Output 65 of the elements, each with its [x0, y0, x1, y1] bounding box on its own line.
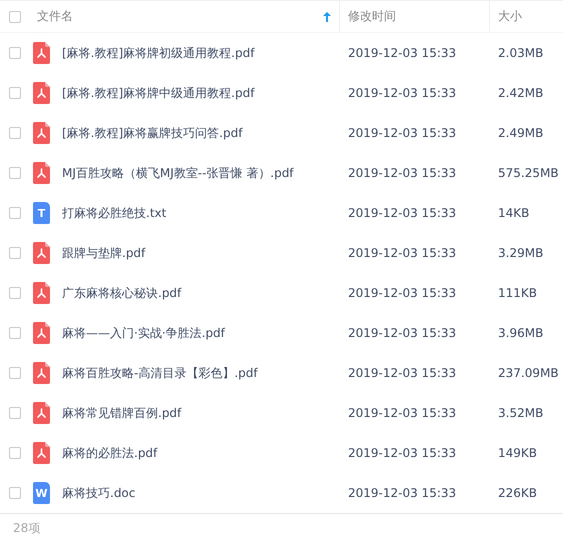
pdf-file-icon [33, 402, 50, 424]
modified-time: 2019-12-03 15:33 [348, 46, 456, 60]
item-count: 28项 [13, 520, 40, 537]
checkbox[interactable] [8, 127, 20, 139]
file-name[interactable]: 打麻将必胜绝技.txt [62, 204, 166, 222]
checkbox[interactable] [8, 10, 20, 22]
file-size: 575.25MB [498, 166, 559, 180]
checkbox[interactable] [8, 247, 20, 259]
modified-time: 2019-12-03 15:33 [348, 366, 456, 380]
file-name[interactable]: 麻将的必胜法.pdf [62, 444, 158, 462]
checkbox[interactable] [8, 327, 20, 339]
pdf-file-icon [33, 242, 50, 264]
modified-time: 2019-12-03 15:33 [348, 326, 456, 340]
checkbox[interactable] [8, 407, 20, 419]
text-file-icon: T [33, 202, 50, 224]
checkbox[interactable] [8, 87, 20, 99]
file-name[interactable]: MJ百胜攻略（横飞MJ教室--张晋慊 著）.pdf [62, 164, 294, 182]
file-size: 149KB [498, 446, 538, 460]
file-name[interactable]: 麻将百胜攻略-高清目录【彩色】.pdf [62, 364, 258, 382]
file-size: 3.52MB [498, 406, 544, 420]
pdf-file-icon [33, 162, 50, 184]
pdf-file-icon [33, 122, 50, 144]
checkbox[interactable] [8, 47, 20, 59]
file-size: 2.49MB [498, 126, 544, 140]
checkbox[interactable] [8, 367, 20, 379]
file-size: 111KB [498, 286, 538, 300]
file-size: 14KB [498, 206, 530, 220]
file-name[interactable]: 麻将常见错牌百例.pdf [62, 404, 182, 422]
modified-time: 2019-12-03 15:33 [348, 246, 456, 260]
file-name[interactable]: 麻将——入门·实战·争胜法.pdf [62, 324, 225, 342]
pdf-file-icon [33, 362, 50, 384]
file-size: 237.09MB [498, 366, 559, 380]
checkbox[interactable] [8, 287, 20, 299]
modified-time: 2019-12-03 15:33 [348, 166, 456, 180]
pdf-file-icon [33, 442, 50, 464]
pdf-file-icon [33, 322, 50, 344]
modified-time: 2019-12-03 15:33 [348, 86, 456, 100]
file-size: 3.29MB [498, 246, 544, 260]
file-size: 226KB [498, 486, 538, 500]
modified-time: 2019-12-03 15:33 [348, 206, 456, 220]
checkbox[interactable] [8, 447, 20, 459]
modified-time: 2019-12-03 15:33 [348, 406, 456, 420]
file-size: 3.96MB [498, 326, 544, 340]
file-name[interactable]: 麻将技巧.doc [62, 484, 136, 502]
column-header[interactable]: 修改时间 [348, 8, 396, 25]
column-header[interactable]: 文件名 [37, 8, 73, 25]
pdf-file-icon [33, 82, 50, 104]
pdf-file-icon [33, 282, 50, 304]
modified-time: 2019-12-03 15:33 [348, 286, 456, 300]
file-size: 2.03MB [498, 46, 544, 60]
document-file-icon: W [33, 482, 50, 504]
file-name[interactable]: 广东麻将核心秘诀.pdf [62, 284, 182, 302]
file-name[interactable]: [麻将.教程]麻将赢牌技巧问答.pdf [62, 124, 242, 142]
checkbox[interactable] [8, 487, 20, 499]
column-header[interactable]: 大小 [498, 8, 522, 25]
file-name[interactable]: 跟牌与垫牌.pdf [62, 244, 146, 262]
checkbox[interactable] [8, 167, 20, 179]
modified-time: 2019-12-03 15:33 [348, 126, 456, 140]
modified-time: 2019-12-03 15:33 [348, 486, 456, 500]
file-size: 2.42MB [498, 86, 544, 100]
file-name[interactable]: [麻将.教程]麻将牌中级通用教程.pdf [62, 84, 254, 102]
file-name[interactable]: [麻将.教程]麻将牌初级通用教程.pdf [62, 44, 254, 62]
checkbox[interactable] [8, 207, 20, 219]
modified-time: 2019-12-03 15:33 [348, 446, 456, 460]
pdf-file-icon [33, 42, 50, 64]
